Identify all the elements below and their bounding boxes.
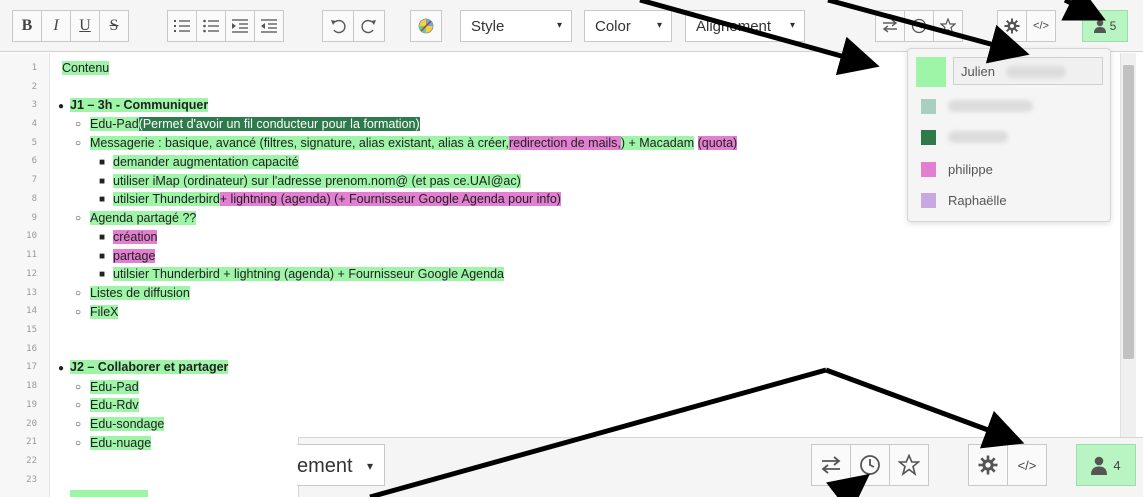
annotation-arrows xyxy=(369,0,1106,497)
arrow-to-color-swatch xyxy=(639,0,880,76)
arrow-to-timeslider xyxy=(826,473,870,497)
arrow-to-embed-button xyxy=(825,367,1025,449)
arrow-to-users-button xyxy=(1061,0,1106,21)
arrow-to-username xyxy=(827,0,1030,64)
arrow-line-left xyxy=(369,367,827,497)
